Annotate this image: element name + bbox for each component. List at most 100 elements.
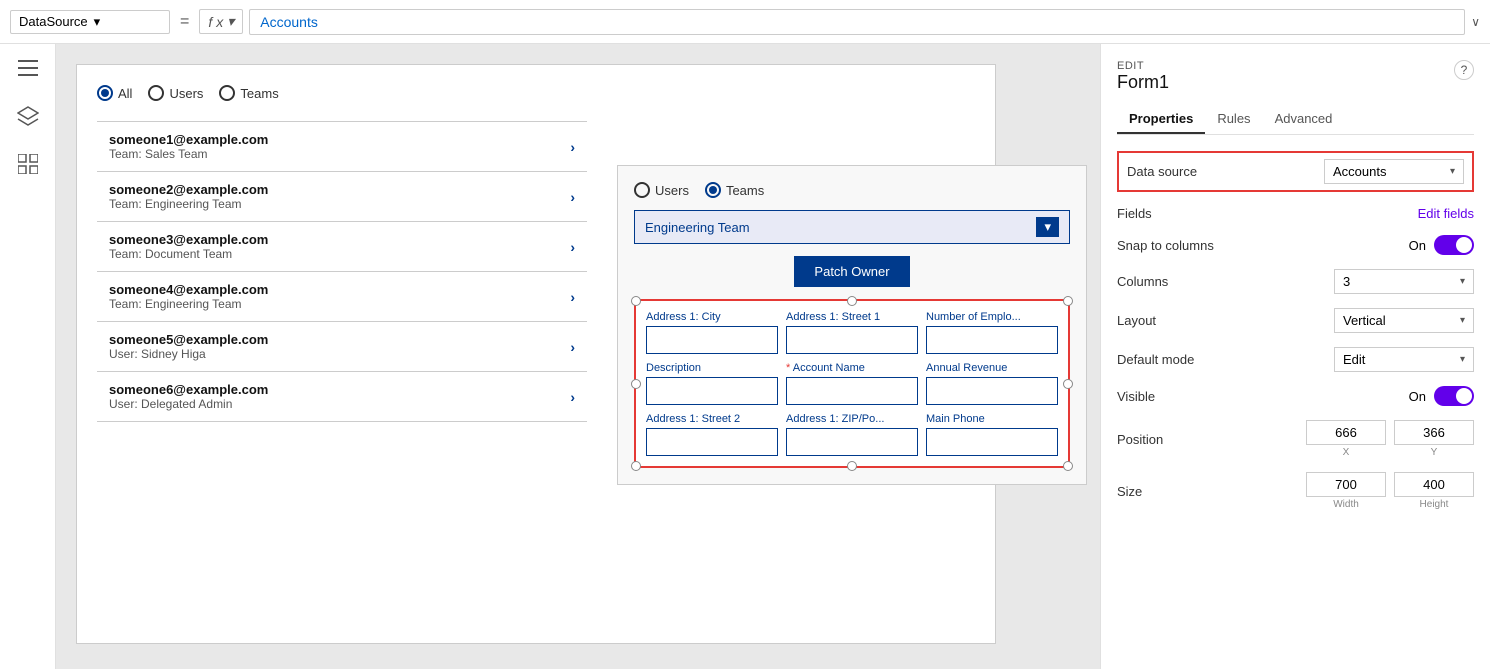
list-item-chevron-icon: › [570,389,575,405]
left-sidebar [0,44,56,669]
data-source-value: Accounts [1333,164,1386,179]
field-input[interactable] [646,377,778,405]
tab-properties[interactable]: Properties [1117,105,1205,134]
field-input[interactable] [646,326,778,354]
field-label: Main Phone [926,413,1058,425]
fields-label: Fields [1117,206,1152,221]
list-item[interactable]: someone5@example.com User: Sidney Higa › [97,322,587,372]
layout-select[interactable]: Vertical ▾ [1334,308,1474,333]
formula-bar[interactable]: Accounts [249,9,1465,35]
data-source-row: Data source Accounts ▾ [1117,151,1474,192]
tab-rules[interactable]: Rules [1205,105,1262,134]
size-row: Size Width Height [1117,472,1474,510]
list-item[interactable]: someone2@example.com Team: Engineering T… [97,172,587,222]
sidebar-layers-icon[interactable] [14,102,42,130]
edit-label: EDIT [1117,60,1169,72]
field-label-required: Account Name [786,362,918,374]
sidebar-grid-icon[interactable] [14,150,42,178]
default-mode-caret-icon: ▾ [1460,354,1465,365]
panel-tabs: Properties Rules Advanced [1117,105,1474,135]
default-mode-value: Edit [1343,352,1365,367]
field-account-name: Account Name [786,362,918,405]
field-input[interactable] [926,377,1058,405]
visible-toggle[interactable] [1434,386,1474,406]
list-item-sub: User: Delegated Admin [109,397,268,411]
field-input[interactable] [786,377,918,405]
position-y-input[interactable] [1394,420,1474,445]
field-num-employees: Number of Emplo... [926,311,1058,354]
edit-fields-link[interactable]: Edit fields [1418,206,1474,221]
inner-radio-users[interactable]: Users [634,182,689,198]
field-input[interactable] [646,428,778,456]
resize-handle-tl[interactable] [631,296,641,306]
fields-row: Fields Edit fields [1117,206,1474,221]
snap-toggle[interactable] [1434,235,1474,255]
radio-teams[interactable]: Teams [219,85,278,101]
position-x-input[interactable] [1306,420,1386,445]
formula-bar-caret: ∨ [1471,15,1480,29]
radio-all-circle [97,85,113,101]
right-panel: EDIT Form1 ? Properties Rules Advanced D… [1100,44,1490,669]
columns-value: 3 [1343,274,1350,289]
list-item-sub: Team: Document Team [109,247,268,261]
data-source-select[interactable]: Accounts ▾ [1324,159,1464,184]
data-source-caret-icon: ▾ [1450,166,1455,177]
field-input[interactable] [926,428,1058,456]
field-input[interactable] [926,326,1058,354]
formula-value: Accounts [260,14,318,30]
inner-radio-group: Users Teams [634,182,1070,198]
list-item[interactable]: someone4@example.com Team: Engineering T… [97,272,587,322]
tab-advanced[interactable]: Advanced [1263,105,1345,134]
list-item[interactable]: someone1@example.com Team: Sales Team › [97,122,587,172]
fx-button[interactable]: f x ▾ [199,9,243,34]
list-item-text: someone1@example.com Team: Sales Team [109,132,268,161]
list-item-name: someone3@example.com [109,232,268,247]
datasource-label: DataSource [19,14,88,29]
list-item-text: someone2@example.com Team: Engineering T… [109,182,268,211]
height-label: Height [1420,499,1449,510]
inner-radio-teams[interactable]: Teams [705,182,764,198]
form-title: Form1 [1117,72,1169,93]
field-label: Address 1: Street 1 [786,311,918,323]
field-label: Address 1: City [646,311,778,323]
list-item-text: someone6@example.com User: Delegated Adm… [109,382,268,411]
default-mode-row: Default mode Edit ▾ [1117,347,1474,372]
top-bar: DataSource ▾ = f x ▾ Accounts ∨ [0,0,1490,44]
patch-owner-button[interactable]: Patch Owner [794,256,909,287]
columns-select[interactable]: 3 ▾ [1334,269,1474,294]
layout-value: Vertical [1343,313,1386,328]
snap-to-columns-row: Snap to columns On [1117,235,1474,255]
field-input[interactable] [786,326,918,354]
field-annual-revenue: Annual Revenue [926,362,1058,405]
list-item-sub: Team: Engineering Team [109,197,268,211]
resize-handle-tr[interactable] [1063,296,1073,306]
field-label: Annual Revenue [926,362,1058,374]
list-item[interactable]: someone6@example.com User: Delegated Adm… [97,372,587,422]
radio-users[interactable]: Users [148,85,203,101]
fx-caret: x [216,14,223,30]
field-label: Address 1: Street 2 [646,413,778,425]
field-input[interactable] [786,428,918,456]
size-height-group: Height [1394,472,1474,510]
team-dropdown[interactable]: Engineering Team ▾ [634,210,1070,244]
list-item-sub: Team: Sales Team [109,147,268,161]
list-item[interactable]: someone3@example.com Team: Document Team… [97,222,587,272]
resize-handle-br[interactable] [1063,461,1073,471]
resize-handle-mr[interactable] [1063,379,1073,389]
resize-handle-tm[interactable] [847,296,857,306]
size-height-input[interactable] [1394,472,1474,497]
fx-icon: f [208,14,212,30]
list-item-name: someone5@example.com [109,332,268,347]
list-item-name: someone1@example.com [109,132,268,147]
default-mode-select[interactable]: Edit ▾ [1334,347,1474,372]
sidebar-menu-icon[interactable] [14,54,42,82]
resize-handle-bm[interactable] [847,461,857,471]
radio-all[interactable]: All [97,85,132,101]
resize-handle-bl[interactable] [631,461,641,471]
datasource-selector[interactable]: DataSource ▾ [10,10,170,34]
resize-handle-ml[interactable] [631,379,641,389]
size-width-input[interactable] [1306,472,1386,497]
help-icon[interactable]: ? [1454,60,1474,80]
field-description: Description [646,362,778,405]
size-width-group: Width [1306,472,1386,510]
